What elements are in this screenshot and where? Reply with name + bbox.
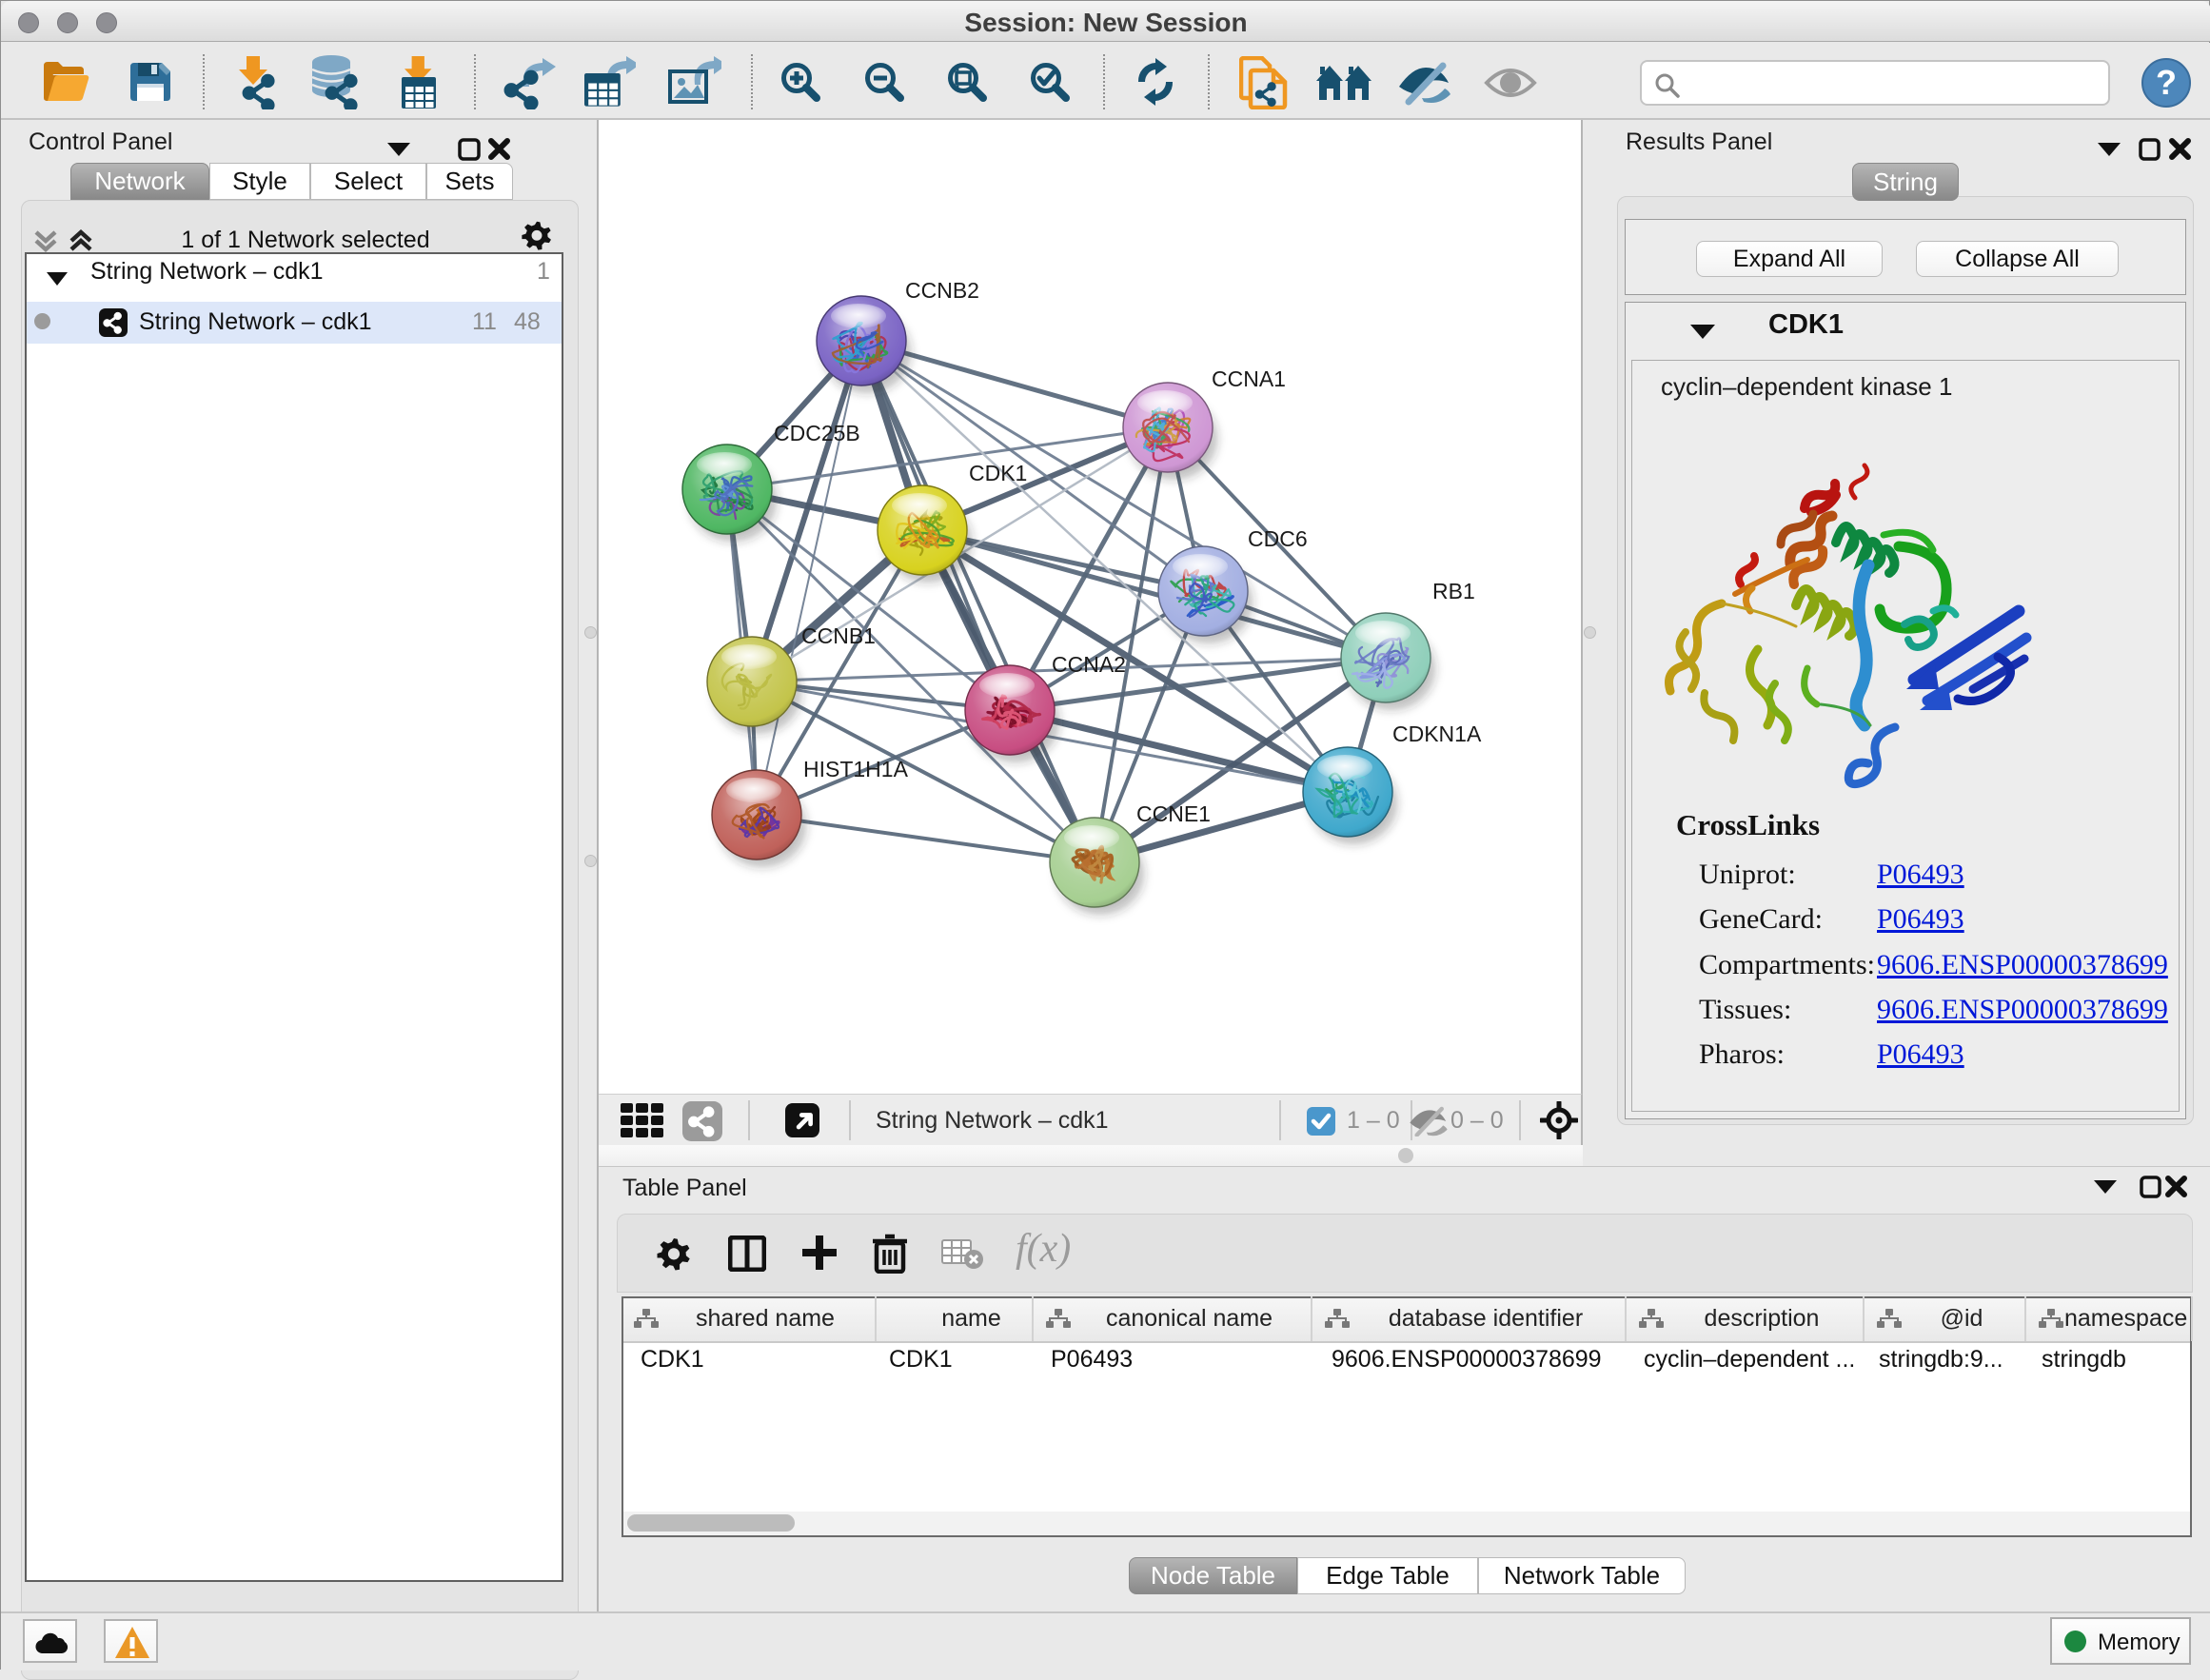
svg-text:CCNA2: CCNA2 — [1052, 652, 1126, 677]
svg-text:CCNB2: CCNB2 — [905, 278, 979, 303]
svg-text:CDC6: CDC6 — [1248, 526, 1308, 551]
svg-text:CCNA1: CCNA1 — [1212, 366, 1286, 391]
svg-text:RB1: RB1 — [1432, 579, 1475, 603]
svg-text:CDC25B: CDC25B — [774, 421, 860, 445]
svg-text:?: ? — [2156, 63, 2177, 102]
svg-text:CDKN1A: CDKN1A — [1392, 721, 1482, 746]
svg-text:HIST1H1A: HIST1H1A — [803, 757, 909, 781]
svg-text:CCNE1: CCNE1 — [1136, 801, 1211, 826]
svg-text:CDK1: CDK1 — [969, 461, 1027, 485]
svg-text:CCNB1: CCNB1 — [801, 623, 876, 648]
